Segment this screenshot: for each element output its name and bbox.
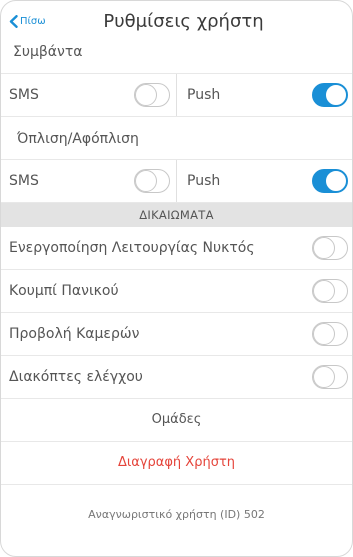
toggle-knob <box>325 84 347 106</box>
events-push-toggle[interactable] <box>312 83 348 107</box>
toggle-knob <box>135 84 157 106</box>
permission-row-panic-button[interactable]: Κουμπί Πανικού <box>1 270 352 313</box>
control-switches-toggle[interactable] <box>312 365 348 389</box>
permission-row-night-mode[interactable]: Ενεργοποίηση Λειτουργίας Νυκτός <box>1 227 352 270</box>
toggle-knob <box>135 170 157 192</box>
permission-label: Ενεργοποίηση Λειτουργίας Νυκτός <box>9 240 255 256</box>
permission-label: Διακόπτες ελέγχου <box>9 369 143 385</box>
arming-push-cell: Push <box>177 160 352 202</box>
groups-button[interactable]: Ομάδες <box>1 399 352 442</box>
toggle-knob <box>325 170 347 192</box>
arming-push-label: Push <box>187 173 221 189</box>
toggle-knob <box>313 323 335 345</box>
panic-button-toggle[interactable] <box>312 279 348 303</box>
arming-push-toggle[interactable] <box>312 169 348 193</box>
events-sms-label: SMS <box>9 87 39 103</box>
user-id-text: Αναγνωριστικό χρήστη (ID) 502 <box>88 508 265 521</box>
nav-bar: Πίσω Ρυθμίσεις χρήστη <box>1 1 352 43</box>
arming-sms-label: SMS <box>9 173 39 189</box>
events-push-cell: Push <box>177 74 352 116</box>
permission-row-control-switches[interactable]: Διακόπτες ελέγχου <box>1 356 352 399</box>
permission-label: Κουμπί Πανικού <box>9 283 119 299</box>
events-sms-toggle[interactable] <box>134 83 170 107</box>
toggle-knob <box>313 280 335 302</box>
toggle-knob <box>313 366 335 388</box>
events-notification-row: SMS Push <box>1 73 352 117</box>
permission-row-view-cameras[interactable]: Προβολή Καμερών <box>1 313 352 356</box>
user-settings-screen: Πίσω Ρυθμίσεις χρήστη Συμβάντα SMS Push … <box>0 0 353 557</box>
night-mode-toggle[interactable] <box>312 236 348 260</box>
delete-user-button[interactable]: Διαγραφή Χρήστη <box>1 442 352 485</box>
events-sms-cell: SMS <box>1 74 177 116</box>
permissions-header: ΔΙΚΑΙΩΜΑΤΑ <box>1 203 352 227</box>
arming-sms-cell: SMS <box>1 160 177 202</box>
permission-label: Προβολή Καμερών <box>9 326 140 342</box>
arming-section-label: Όπλιση/Αφόπλιση <box>17 131 139 147</box>
events-push-label: Push <box>187 87 221 103</box>
arming-sms-toggle[interactable] <box>134 169 170 193</box>
page-title: Ρυθμίσεις χρήστη <box>103 11 264 32</box>
arming-notification-row: SMS Push <box>1 159 352 203</box>
toggle-knob <box>313 237 335 259</box>
view-cameras-toggle[interactable] <box>312 322 348 346</box>
